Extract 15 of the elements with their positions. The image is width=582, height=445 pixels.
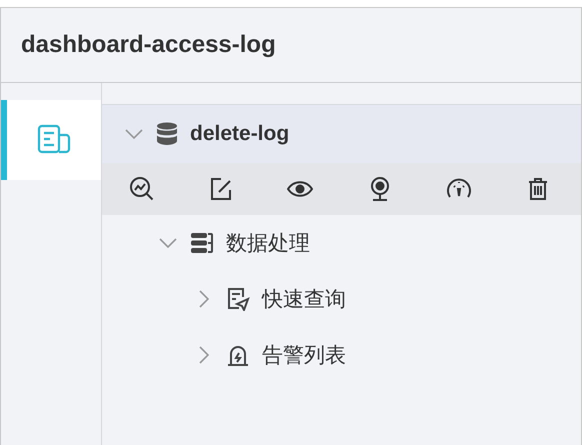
- window-title: dashboard-access-log: [21, 31, 276, 59]
- node-label: 快速查询: [262, 287, 346, 313]
- tree-node[interactable]: 快速查询: [102, 271, 581, 327]
- tree-node[interactable]: 数据处理: [102, 215, 581, 271]
- documents-icon: [37, 124, 71, 156]
- tree-node[interactable]: 告警列表: [102, 327, 581, 383]
- node-label: delete-log: [190, 122, 290, 146]
- alarm-light-icon: [226, 343, 250, 367]
- document-send-icon: [226, 287, 250, 311]
- tree-node[interactable]: delete-log: [102, 105, 581, 163]
- node-label: 数据处理: [226, 231, 310, 257]
- analytics-search-icon[interactable]: [129, 176, 155, 202]
- list-icon: [190, 231, 214, 255]
- node-label: 告警列表: [262, 343, 346, 369]
- database-icon: [156, 122, 178, 146]
